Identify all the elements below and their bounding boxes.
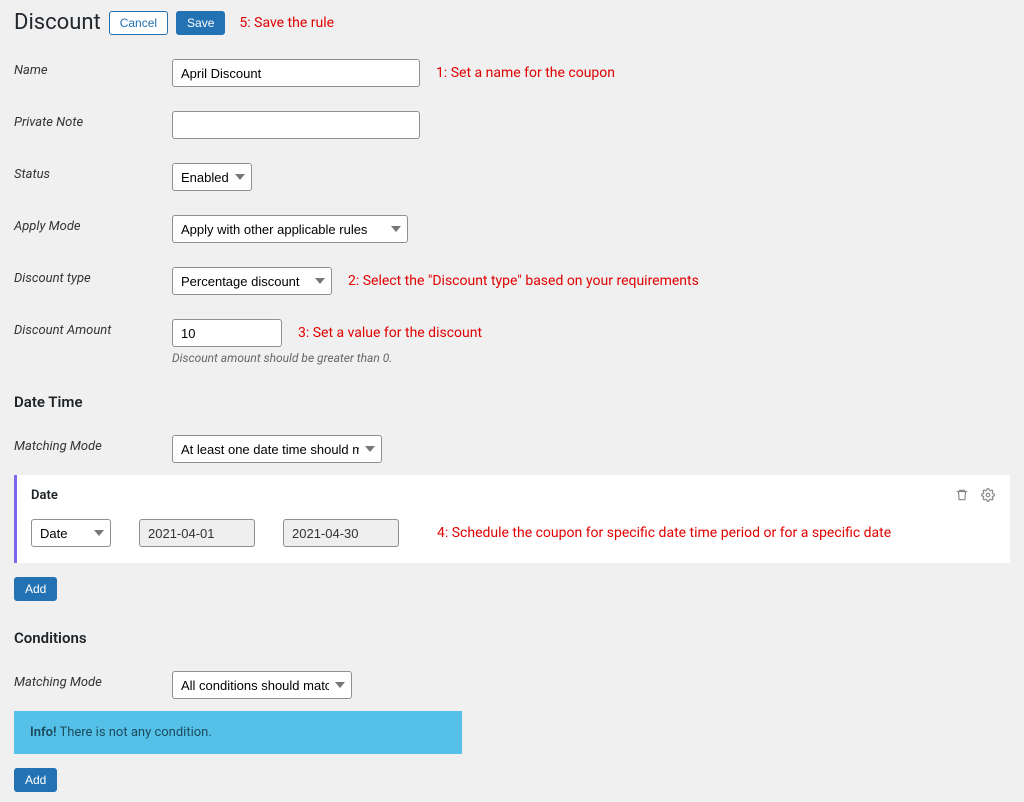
cancel-button[interactable]: Cancel (109, 11, 168, 35)
name-input[interactable] (172, 59, 420, 87)
save-button[interactable]: Save (176, 11, 225, 35)
annotation-schedule: 4: Schedule the coupon for specific date… (437, 525, 891, 541)
info-bold: Info! (30, 725, 56, 740)
datetime-matching-mode-label: Matching Mode (14, 435, 172, 454)
discount-type-select[interactable]: Percentage discount (172, 267, 332, 295)
private-note-input[interactable] (172, 111, 420, 139)
datetime-add-button[interactable]: Add (14, 577, 57, 601)
datetime-matching-mode-select[interactable]: At least one date time should match (172, 435, 382, 463)
discount-amount-input[interactable] (172, 319, 282, 347)
page-title: Discount (14, 10, 101, 35)
annotation-discount-amount: 3: Set a value for the discount (298, 325, 482, 341)
discount-amount-hint: Discount amount should be greater than 0… (172, 351, 482, 365)
date-type-select[interactable]: Date (31, 519, 111, 547)
conditions-section-title: Conditions (14, 629, 1010, 647)
gear-icon[interactable] (980, 487, 996, 503)
date-card: Date Date 4: Schedule the coupon for spe… (14, 475, 1010, 563)
annotation-discount-type: 2: Select the "Discount type" based on y… (348, 273, 699, 289)
date-to-input[interactable] (283, 519, 399, 547)
annotation-name: 1: Set a name for the coupon (436, 65, 615, 81)
date-card-title: Date (31, 488, 58, 503)
conditions-info-box: Info! There is not any condition. (14, 711, 462, 754)
conditions-matching-mode-select[interactable]: All conditions should match (172, 671, 352, 699)
date-from-input[interactable] (139, 519, 255, 547)
private-note-label: Private Note (14, 111, 172, 130)
status-select[interactable]: Enabled (172, 163, 252, 191)
trash-icon[interactable] (954, 487, 970, 503)
conditions-add-button[interactable]: Add (14, 768, 57, 792)
datetime-section-title: Date Time (14, 393, 1010, 411)
apply-mode-select[interactable]: Apply with other applicable rules (172, 215, 408, 243)
info-text: There is not any condition. (56, 725, 211, 740)
discount-amount-label: Discount Amount (14, 319, 172, 338)
apply-mode-label: Apply Mode (14, 215, 172, 234)
name-label: Name (14, 59, 172, 78)
conditions-matching-mode-label: Matching Mode (14, 671, 172, 690)
annotation-save: 5: Save the rule (239, 15, 334, 31)
status-label: Status (14, 163, 172, 182)
discount-type-label: Discount type (14, 267, 172, 286)
